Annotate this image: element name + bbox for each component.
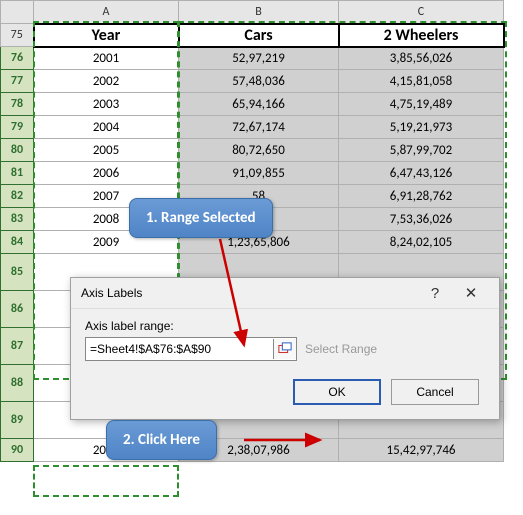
row-header[interactable]: 75 — [1, 24, 34, 47]
table-row: 76200152,97,2193,85,56,026 — [1, 47, 504, 70]
row-header[interactable]: 80 — [1, 139, 34, 162]
table-row: 81200691,09,8556,47,43,126 — [1, 162, 504, 185]
cell-wheelers[interactable]: 4,75,19,489 — [339, 93, 504, 116]
cell-wheelers[interactable]: 7,53,36,026 — [339, 208, 504, 231]
table-header-row: 75 Year Cars 2 Wheelers — [1, 24, 504, 47]
row-header[interactable]: 84 — [1, 231, 34, 254]
cell-year[interactable]: 2003 — [34, 93, 179, 116]
cell-wheelers[interactable]: 5,19,21,973 — [339, 116, 504, 139]
select-range-text: Select Range — [305, 342, 377, 356]
cell-year[interactable]: 2004 — [34, 116, 179, 139]
row-header[interactable]: 87 — [1, 328, 34, 365]
header-cell[interactable]: Cars — [179, 24, 339, 47]
cell-wheelers[interactable]: 5,87,99,702 — [339, 139, 504, 162]
col-header-A[interactable]: A — [34, 1, 179, 24]
cell-wheelers[interactable]: 8,24,02,105 — [339, 231, 504, 254]
col-header-B[interactable]: B — [179, 1, 339, 24]
range-input-group — [85, 337, 297, 361]
ok-button[interactable]: OK — [293, 379, 381, 405]
cell-year[interactable]: 2006 — [34, 162, 179, 185]
row-header[interactable]: 88 — [1, 365, 34, 402]
row-header[interactable]: 86 — [1, 291, 34, 328]
cell-year[interactable]: 2001 — [34, 47, 179, 70]
cell-wheelers[interactable]: 15,42,97,746 — [339, 439, 504, 462]
row-header[interactable]: 79 — [1, 116, 34, 139]
dialog-title: Axis Labels — [81, 286, 417, 300]
cell-cars[interactable]: 65,94,166 — [179, 93, 339, 116]
cell-wheelers[interactable]: 4,15,81,058 — [339, 70, 504, 93]
row-header[interactable]: 90 — [1, 439, 34, 462]
cell-cars[interactable]: 80,72,650 — [179, 139, 339, 162]
axis-labels-dialog: Axis Labels ? ✕ Axis label range: Select… — [70, 277, 500, 420]
close-button[interactable]: ✕ — [453, 284, 489, 302]
row-header[interactable]: 77 — [1, 70, 34, 93]
cell-wheelers[interactable]: 6,47,43,126 — [339, 162, 504, 185]
column-header-row: A B C — [1, 1, 504, 24]
cancel-button[interactable]: Cancel — [391, 379, 479, 405]
table-row: 79200472,67,1745,19,21,973 — [1, 116, 504, 139]
cell-cars[interactable]: 72,67,174 — [179, 116, 339, 139]
header-cell[interactable]: Year — [34, 24, 179, 47]
header-cell[interactable]: 2 Wheelers — [339, 24, 504, 47]
row-header[interactable]: 83 — [1, 208, 34, 231]
marching-ants-selection — [33, 465, 179, 497]
axis-label-range-input[interactable] — [86, 342, 273, 356]
row-header[interactable]: 81 — [1, 162, 34, 185]
cell-cars[interactable]: 57,48,036 — [179, 70, 339, 93]
col-header-C[interactable]: C — [339, 1, 504, 24]
collapse-dialog-button[interactable] — [273, 339, 296, 359]
range-label: Axis label range: — [85, 319, 485, 333]
row-header[interactable]: 89 — [1, 402, 34, 439]
cell-year[interactable]: 2002 — [34, 70, 179, 93]
row-header[interactable]: 76 — [1, 47, 34, 70]
cell-cars[interactable]: 52,97,219 — [179, 47, 339, 70]
dialog-titlebar[interactable]: Axis Labels ? ✕ — [71, 278, 499, 309]
cell-wheelers[interactable]: 6,91,28,762 — [339, 185, 504, 208]
callout-click-here: 2. Click Here — [106, 420, 217, 460]
table-row: 78200365,94,1664,75,19,489 — [1, 93, 504, 116]
cell-cars[interactable]: 91,09,855 — [179, 162, 339, 185]
range-picker-icon — [278, 342, 292, 356]
row-header[interactable]: 85 — [1, 254, 34, 291]
table-row: 77200257,48,0364,15,81,058 — [1, 70, 504, 93]
row-header[interactable]: 82 — [1, 185, 34, 208]
cell-year[interactable]: 2005 — [34, 139, 179, 162]
help-button[interactable]: ? — [417, 285, 453, 302]
row-header[interactable]: 78 — [1, 93, 34, 116]
table-row: 90 2015 2,38,07,986 15,42,97,746 — [1, 439, 504, 462]
callout-range-selected: 1. Range Selected — [129, 198, 273, 238]
select-all-cell[interactable] — [1, 1, 34, 24]
cell-wheelers[interactable]: 3,85,56,026 — [339, 47, 504, 70]
table-row: 80200580,72,6505,87,99,702 — [1, 139, 504, 162]
